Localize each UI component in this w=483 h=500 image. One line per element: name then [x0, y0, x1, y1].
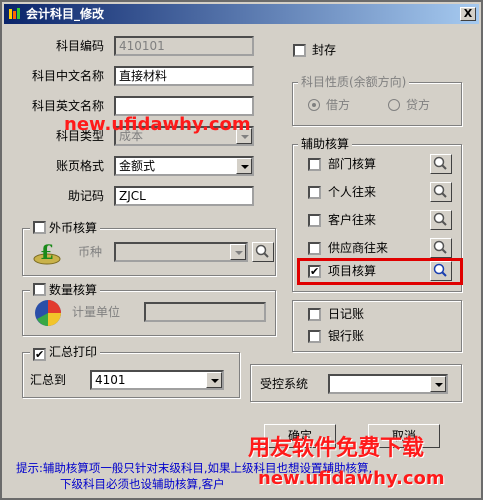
control-label: 受控系统 — [260, 377, 309, 391]
quantity-label: 数量核算 — [49, 283, 98, 297]
nature-title: 科目性质(余额方向) — [298, 75, 410, 89]
aux-title: 辅助核算 — [298, 137, 353, 151]
summary-to-label: 汇总到 — [30, 373, 67, 387]
aux-checkbox-person[interactable] — [308, 186, 321, 199]
app-icon — [9, 8, 20, 19]
bank-ledger-label: 银行账 — [328, 329, 365, 343]
control-select[interactable] — [328, 374, 448, 394]
summary-title: ✔ 汇总打印 — [30, 345, 101, 361]
search-icon — [433, 240, 447, 254]
aux-label-dept: 部门核算 — [328, 157, 377, 171]
debit-radio — [308, 99, 320, 111]
search-icon — [255, 244, 269, 258]
search-icon — [433, 184, 447, 198]
currency-label: 币种 — [77, 245, 102, 259]
daily-ledger-checkbox[interactable] — [308, 308, 321, 321]
pie-chart-icon — [35, 300, 61, 326]
search-icon — [433, 212, 447, 226]
seal-checkbox[interactable] — [293, 44, 306, 57]
chevron-down-icon[interactable] — [430, 376, 446, 392]
svg-text:£: £ — [40, 240, 54, 264]
highlight-box — [297, 258, 463, 285]
credit-label: 贷方 — [406, 98, 431, 112]
seal-label: 封存 — [312, 43, 337, 57]
mnemonic-field[interactable]: ZJCL — [114, 186, 254, 206]
currency-search-button[interactable] — [252, 242, 274, 262]
window-title: 会计科目_修改 — [26, 7, 105, 21]
daily-ledger-label: 日记账 — [328, 307, 365, 321]
page-format-select[interactable]: 金额式 — [114, 156, 254, 176]
aux-search-customer[interactable] — [430, 210, 452, 230]
summary-to-value: 4101 — [95, 373, 126, 387]
aux-search-dept[interactable] — [430, 154, 452, 174]
dialog-window: 会计科目_修改 X 科目编码 410101 科目中文名称 直接材料 科目英文名称… — [0, 0, 483, 500]
aux-checkbox-supplier[interactable] — [308, 242, 321, 255]
mnemonic-label: 助记码 — [67, 189, 104, 203]
summary-to-select[interactable]: 4101 — [90, 370, 224, 390]
foreign-currency-label: 外币核算 — [49, 221, 98, 235]
summary-checkbox[interactable]: ✔ — [33, 348, 46, 361]
code-field: 410101 — [114, 36, 254, 56]
watermark-top: new.ufidawhy.com — [64, 114, 251, 135]
foreign-currency-title: 外币核算 — [30, 221, 101, 235]
en-name-label: 科目英文名称 — [31, 99, 104, 113]
unit-label: 计量单位 — [72, 305, 121, 319]
summary-label: 汇总打印 — [49, 345, 98, 359]
aux-checkbox-customer[interactable] — [308, 214, 321, 227]
title-bar: 会计科目_修改 X — [4, 4, 479, 24]
aux-label-person: 个人往来 — [328, 185, 377, 199]
foreign-currency-checkbox[interactable] — [33, 221, 46, 234]
quantity-checkbox[interactable] — [33, 283, 46, 296]
aux-checkbox-dept[interactable] — [308, 158, 321, 171]
en-name-field[interactable] — [114, 96, 254, 116]
aux-label-supplier: 供应商往来 — [328, 241, 389, 255]
cn-name-field[interactable]: 直接材料 — [114, 66, 254, 86]
page-format-label: 账页格式 — [55, 159, 104, 173]
quantity-title: 数量核算 — [30, 283, 101, 297]
aux-label-customer: 客户往来 — [328, 213, 377, 227]
page-format-value: 金额式 — [119, 159, 156, 173]
credit-radio — [388, 99, 400, 111]
chevron-down-icon — [230, 244, 246, 260]
chevron-down-icon[interactable] — [206, 372, 222, 388]
code-label: 科目编码 — [55, 39, 104, 53]
currency-select — [114, 242, 248, 262]
unit-field — [144, 302, 266, 322]
close-button[interactable]: X — [460, 7, 476, 21]
watermark-brand: 用友软件免费下载 — [248, 436, 425, 461]
aux-search-person[interactable] — [430, 182, 452, 202]
watermark-bottom: new.ufidawhy.com — [258, 468, 445, 489]
bank-ledger-checkbox[interactable] — [308, 330, 321, 343]
pound-coin-icon: £ — [33, 240, 61, 265]
debit-label: 借方 — [326, 98, 351, 112]
chevron-down-icon[interactable] — [236, 158, 252, 174]
search-icon — [433, 156, 447, 170]
cn-name-label: 科目中文名称 — [31, 69, 104, 83]
aux-search-supplier[interactable] — [430, 238, 452, 258]
